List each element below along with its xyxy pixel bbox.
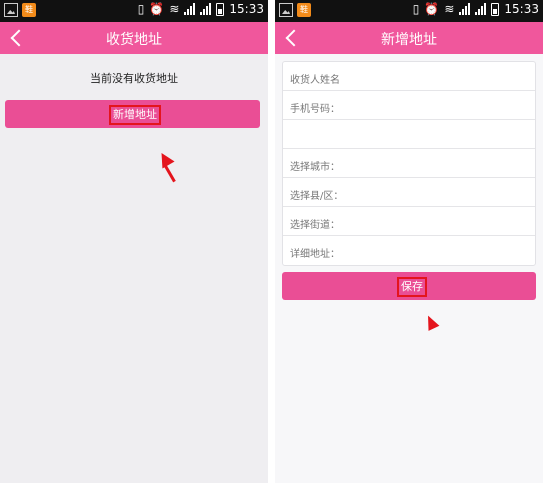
recipient-name-field[interactable]: 收货人姓名	[283, 62, 535, 91]
image-notification-icon	[4, 3, 18, 17]
title-bar: 收货地址	[0, 22, 268, 54]
page-title: 新增地址	[381, 32, 437, 48]
alarm-icon: ⏰	[424, 2, 440, 16]
signal-icon-2	[200, 3, 212, 15]
blank-field[interactable]	[283, 120, 535, 149]
battery-icon	[216, 2, 225, 16]
page-title: 收货地址	[106, 32, 162, 48]
battery-icon	[491, 2, 500, 16]
empty-address-message: 当前没有收货地址	[90, 72, 178, 85]
detailed-address-field[interactable]: 详细地址：	[283, 236, 535, 265]
app-notification-icon: 鞋	[22, 3, 36, 17]
save-button[interactable]: 保存	[282, 272, 536, 300]
wifi-icon: ≋	[169, 2, 180, 16]
clock: 15:33	[504, 2, 539, 16]
address-form: 收货人姓名 手机号码： 选择城市： 选择县/区： 选择街道： 详细地址：	[282, 61, 536, 266]
add-address-button[interactable]: 新增地址	[5, 100, 260, 128]
status-bar: 鞋 ▯ ⏰ ≋ 15:33	[0, 0, 268, 22]
add-address-label: 新增地址	[109, 105, 161, 125]
wifi-icon: ≋	[444, 2, 455, 16]
save-label: 保存	[397, 277, 427, 297]
signal-icon-2	[475, 3, 487, 15]
alarm-icon: ⏰	[149, 2, 165, 16]
title-bar: 新增地址	[275, 22, 543, 54]
district-select-field[interactable]: 选择县/区：	[283, 178, 535, 207]
right-phone-screen: 鞋 ▯ ⏰ ≋ 15:33 新增地址 收货人姓名 手机号码： 选择城市： 选择县…	[275, 0, 543, 483]
image-notification-icon	[279, 3, 293, 17]
status-bar: 鞋 ▯ ⏰ ≋ 15:33	[275, 0, 543, 22]
clock: 15:33	[229, 2, 264, 16]
phone-number-field[interactable]: 手机号码：	[283, 91, 535, 120]
city-select-field[interactable]: 选择城市：	[283, 149, 535, 178]
app-notification-icon: 鞋	[297, 3, 311, 17]
vibrate-icon: ▯	[137, 2, 145, 16]
left-phone-screen: 鞋 ▯ ⏰ ≋ 15:33 收货地址 当前没有收货地址 新增地址	[0, 0, 268, 483]
signal-icon	[184, 3, 196, 15]
annotation-arrow-shaft	[163, 163, 176, 183]
street-select-field[interactable]: 选择街道：	[283, 207, 535, 236]
vibrate-icon: ▯	[412, 2, 420, 16]
signal-icon	[459, 3, 471, 15]
